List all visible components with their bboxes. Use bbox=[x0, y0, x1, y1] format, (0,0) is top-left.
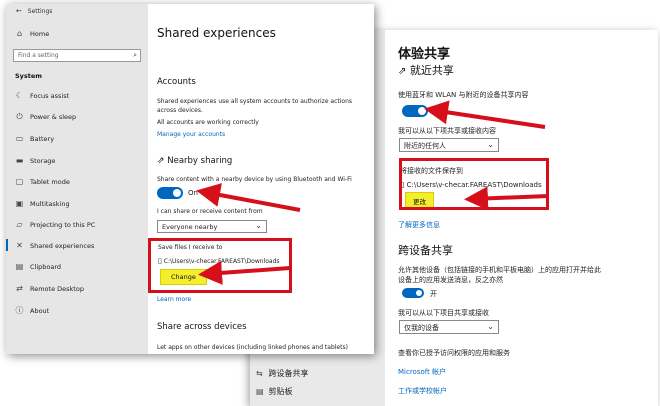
nav-item-battery[interactable]: ▭ Battery bbox=[15, 134, 54, 143]
en-nearby-toggle[interactable] bbox=[157, 187, 183, 199]
cn-page-title: 体验共享 bbox=[398, 47, 451, 62]
en-nearby-desc: Share content with a nearby device by us… bbox=[157, 176, 352, 183]
storage-icon: ▬ bbox=[15, 156, 24, 165]
nav-item-power-sleep[interactable]: ⏻ Power & sleep bbox=[15, 112, 76, 122]
cn-cross-receive-label: 我可以从以下项目共享或接收 bbox=[398, 309, 489, 317]
en-share-across-heading: Share across devices bbox=[157, 322, 247, 332]
cn-microsoft-account-link[interactable]: Microsoft 帐户 bbox=[398, 367, 446, 377]
en-change-button[interactable]: Change bbox=[160, 269, 207, 285]
nav-item-clipboard[interactable]: ▤ Clipboard bbox=[15, 262, 61, 271]
cn-cross-heading: 跨设备共享 bbox=[398, 244, 453, 257]
back-arrow-icon[interactable]: ← bbox=[16, 7, 22, 15]
cn-cross-desc-1: 允许其他设备（包括链接的手机和平板电脑）上的应用打开并给此 bbox=[398, 266, 601, 274]
search-icon: ⌕ bbox=[133, 51, 137, 59]
settings-window-english: ← Settings ⌂ Home Find a setting ⌕ System… bbox=[6, 4, 374, 354]
chevron-down-icon: ⌄ bbox=[487, 322, 494, 331]
remote-desktop-icon: ⇄ bbox=[16, 284, 23, 293]
cn-nearby-heading: ⇗ 就近共享 bbox=[398, 64, 454, 77]
cn-change-button[interactable]: 更改 bbox=[405, 192, 434, 210]
cn-apps-label: 查看你已授予访问权限的应用和服务 bbox=[398, 349, 510, 357]
projector-icon: ▱ bbox=[16, 220, 23, 229]
cn-cross-toggle[interactable] bbox=[402, 288, 424, 298]
nav-item-tablet-mode[interactable]: ▢ Tablet mode bbox=[15, 177, 70, 186]
shared-experiences-icon: ✕ bbox=[16, 241, 23, 250]
cn-receive-label: 我可以从以下项共享或接收内容 bbox=[398, 127, 496, 135]
cn-cross-toggle-label: 开 bbox=[430, 290, 437, 298]
en-share-across-desc: Let apps on other devices (including lin… bbox=[157, 344, 348, 351]
nav-item-focus-assist[interactable]: ☾ Focus assist bbox=[15, 91, 69, 100]
nav-item-storage[interactable]: ▬ Storage bbox=[15, 156, 56, 165]
battery-icon: ▭ bbox=[15, 134, 24, 143]
cn-content-pane: 体验共享 ⇗ 就近共享 使用蓝牙和 WLAN 与附近的设备共享内容 开 我可以从… bbox=[385, 30, 658, 406]
en-accounts-desc-1: Shared experiences use all system accoun… bbox=[157, 98, 353, 105]
moon-icon: ☾ bbox=[15, 91, 24, 100]
cn-save-label: 将接收的文件保存到 bbox=[400, 167, 463, 175]
search-input[interactable]: Find a setting ⌕ bbox=[13, 49, 141, 62]
share-icon: ⇗ bbox=[398, 66, 407, 77]
cn-receive-select[interactable]: 附近的任何人 ⌄ bbox=[399, 138, 499, 152]
chevron-down-icon: ⌄ bbox=[487, 140, 494, 149]
nav-item-about[interactable]: ⓘ About bbox=[15, 305, 50, 316]
en-learn-more-link[interactable]: Learn more bbox=[157, 296, 191, 303]
info-icon: ⓘ bbox=[15, 306, 24, 315]
en-accounts-heading: Accounts bbox=[157, 77, 196, 87]
cn-cross-desc-2: 设备上的应用发送消息，反之亦然 bbox=[398, 276, 503, 284]
multitasking-icon: ▣ bbox=[15, 199, 24, 208]
en-toggle-label: On bbox=[188, 189, 198, 197]
en-share-select[interactable]: Everyone nearby ⌄ bbox=[157, 220, 267, 233]
clipboard-icon: ▤ bbox=[256, 387, 264, 396]
share-icon: ⇗ bbox=[157, 156, 165, 166]
nav-item-multitasking[interactable]: ▣ Multitasking bbox=[15, 199, 70, 208]
nav-section-label: System bbox=[15, 72, 43, 80]
cn-nearby-toggle[interactable] bbox=[402, 105, 428, 117]
cn-work-account-link[interactable]: 工作或学校帐户 bbox=[398, 386, 447, 396]
nav-item-shared-experiences[interactable]: ✕ Shared experiences bbox=[6, 239, 94, 251]
nav-item-projecting[interactable]: ▱ Projecting to this PC bbox=[15, 220, 95, 229]
cn-toggle-label: 开 bbox=[434, 108, 441, 116]
clipboard-icon: ▤ bbox=[15, 262, 24, 271]
en-accounts-desc-2: across devices. bbox=[157, 107, 203, 114]
power-icon: ⏻ bbox=[16, 112, 23, 121]
nav-item-remote-desktop[interactable]: ⇄ Remote Desktop bbox=[15, 284, 84, 293]
tablet-icon: ▢ bbox=[15, 177, 24, 186]
nav-item-home[interactable]: ⌂ Home bbox=[15, 29, 49, 38]
en-page-title: Shared experiences bbox=[157, 26, 276, 40]
chevron-down-icon: ⌄ bbox=[255, 221, 262, 230]
en-save-path: ▯ C:\Users\v-checar.FAREAST\Downloads bbox=[158, 257, 280, 265]
app-title: ← Settings bbox=[16, 7, 53, 15]
cn-nav-item-clipboard[interactable]: ▤ 剪贴板 bbox=[256, 386, 293, 397]
en-nearby-heading: ⇗ Nearby sharing bbox=[157, 156, 233, 166]
folder-icon: ▯ bbox=[158, 257, 162, 265]
folder-icon: ▯ bbox=[400, 180, 405, 189]
en-accounts-status: All accounts are working correctly bbox=[157, 119, 259, 126]
home-icon: ⌂ bbox=[16, 29, 23, 38]
en-save-label: Save files I receive to bbox=[158, 244, 223, 251]
manage-accounts-link[interactable]: Manage your accounts bbox=[157, 131, 225, 138]
en-content-pane: Shared experiences Accounts Shared exper… bbox=[148, 4, 374, 354]
cn-save-path: ▯ C:\Users\v-checar.FAREAST\Downloads bbox=[400, 180, 542, 189]
cn-learn-more-link[interactable]: 了解更多信息 bbox=[398, 220, 440, 230]
en-share-label: I can share or receive content from bbox=[157, 208, 263, 215]
share-icon: ⇆ bbox=[256, 369, 263, 378]
cn-nearby-desc: 使用蓝牙和 WLAN 与附近的设备共享内容 bbox=[398, 91, 529, 99]
cn-cross-receive-select[interactable]: 仅我的设备 ⌄ bbox=[399, 320, 499, 334]
en-nav-pane: ← Settings ⌂ Home Find a setting ⌕ System… bbox=[6, 4, 148, 354]
cn-nav-item-clipboard-partial[interactable]: ⇆ 跨设备共享 bbox=[256, 368, 309, 379]
